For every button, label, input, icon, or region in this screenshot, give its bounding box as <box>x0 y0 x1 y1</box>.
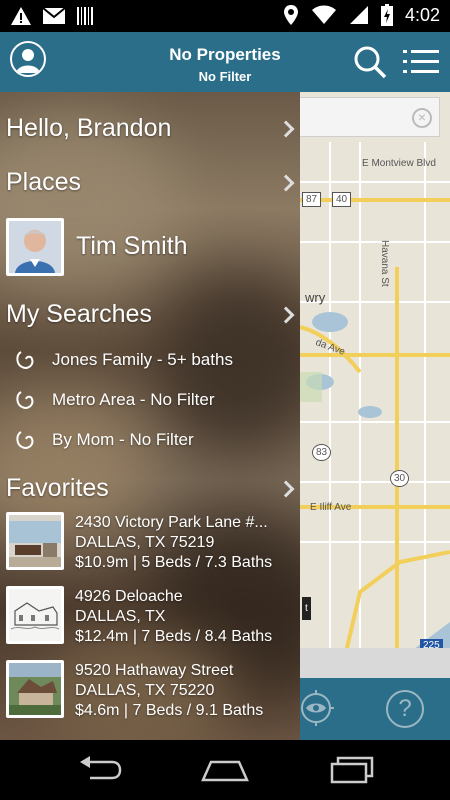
favorite-details: $4.6m | 7 Beds / 9.1 Baths <box>75 702 264 719</box>
wifi-icon <box>311 5 336 24</box>
favorite-item[interactable]: 2430 Victory Park Lane #... DALLAS, TX 7… <box>0 512 300 578</box>
favorite-details: $10.9m | 5 Beds / 7.3 Baths <box>75 554 273 571</box>
favorite-address: 4926 Deloache <box>75 588 183 605</box>
navigation-drawer: Hello, Brandon Places Tim Smith My Searc… <box>0 92 300 740</box>
my-searches-label: My Searches <box>6 300 152 328</box>
agent-name: Tim Smith <box>76 232 188 260</box>
map-label-street: E Montview Blvd <box>362 158 436 169</box>
favorite-item[interactable]: 4926 Deloache DALLAS, TX $12.4m | 7 Beds… <box>0 586 300 652</box>
saved-search-item[interactable]: By Mom - No Filter <box>0 428 300 454</box>
favorite-address: 9520 Hathaway Street <box>75 662 234 679</box>
favorite-city: DALLAS, TX 75220 <box>75 682 215 699</box>
saved-search-icon <box>16 431 34 449</box>
map-label-fragment: t <box>302 597 311 620</box>
home-icon[interactable] <box>201 758 249 782</box>
map-shield-30: 30 <box>390 470 410 487</box>
favorite-city: DALLAS, TX 75219 <box>75 534 215 551</box>
back-icon[interactable] <box>78 756 122 784</box>
gmail-icon <box>42 7 66 24</box>
target-eye-icon[interactable] <box>298 690 334 726</box>
map-shield-287: 87 <box>302 192 322 207</box>
app-header: No Properties No Filter <box>0 32 450 92</box>
greeting-row[interactable]: Hello, Brandon <box>0 112 300 146</box>
map-label-iliff: E Iliff Ave <box>310 502 352 513</box>
location-icon <box>283 5 298 25</box>
places-label: Places <box>6 168 82 196</box>
favorite-thumbnail <box>6 512 64 570</box>
places-row[interactable]: Places <box>0 166 300 200</box>
favorite-thumbnail <box>6 660 64 718</box>
chevron-right-icon <box>277 306 295 324</box>
help-icon[interactable]: ? <box>386 690 424 728</box>
map-view[interactable]: E Montview Blvd Havana St wry da Ave E I… <box>300 92 450 678</box>
map-shield-40: 40 <box>332 192 352 207</box>
map-bottom-strip <box>300 648 450 678</box>
agent-row[interactable]: Tim Smith <box>0 218 300 278</box>
status-bar: 4:02 <box>0 0 450 32</box>
list-menu-icon[interactable] <box>403 48 439 76</box>
chevron-right-icon <box>277 480 295 498</box>
clock: 4:02 <box>404 4 440 25</box>
saved-search-label: Jones Family - 5+ baths <box>52 350 233 369</box>
saved-search-label: By Mom - No Filter <box>52 430 194 449</box>
chevron-right-icon <box>277 120 295 138</box>
favorites-label: Favorites <box>6 474 109 502</box>
warning-icon <box>11 7 31 25</box>
system-nav-bar <box>0 740 450 800</box>
saved-search-item[interactable]: Metro Area - No Filter <box>0 388 300 414</box>
cellular-icon <box>349 6 368 24</box>
search-icon[interactable] <box>352 44 388 80</box>
saved-search-icon <box>16 351 34 369</box>
saved-search-icon <box>16 391 34 409</box>
recent-apps-icon[interactable] <box>330 756 374 784</box>
agent-avatar <box>6 218 64 276</box>
greeting-label: Hello, Brandon <box>6 114 172 142</box>
chevron-right-icon <box>277 174 295 192</box>
map-shield-83: 83 <box>312 444 332 461</box>
favorite-item[interactable]: 9520 Hathaway Street DALLAS, TX 75220 $4… <box>0 660 300 726</box>
map-label-havana: Havana St <box>379 240 390 287</box>
favorites-row[interactable]: Favorites <box>0 472 300 506</box>
saved-search-label: Metro Area - No Filter <box>52 390 215 409</box>
favorite-details: $12.4m | 7 Beds / 8.4 Baths <box>75 628 273 645</box>
saved-search-item[interactable]: Jones Family - 5+ baths <box>0 348 300 374</box>
favorite-thumbnail <box>6 586 64 644</box>
map-label-area: wry <box>305 290 326 305</box>
favorite-address: 2430 Victory Park Lane #... <box>75 514 268 531</box>
barcode-icon <box>77 7 93 25</box>
my-searches-row[interactable]: My Searches <box>0 298 300 332</box>
map-roads <box>300 92 450 678</box>
clear-icon[interactable]: × <box>412 108 432 128</box>
favorite-city: DALLAS, TX <box>75 608 166 625</box>
battery-charging-icon <box>380 4 393 26</box>
